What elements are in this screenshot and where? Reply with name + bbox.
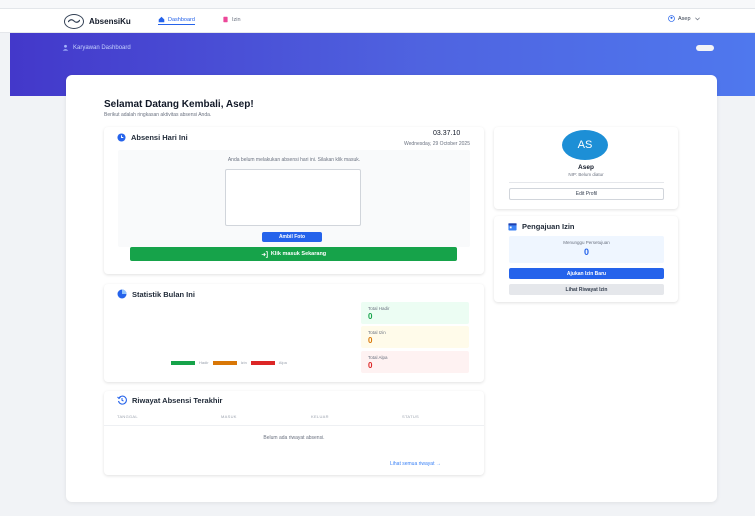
profile-name: Asep xyxy=(578,164,594,171)
current-time: 03.37.10 xyxy=(433,130,461,137)
hero-toggle[interactable] xyxy=(696,45,714,51)
table-header-tanggal[interactable]: TANGGAL xyxy=(117,414,138,419)
nav-link-izin[interactable]: Izin xyxy=(222,16,241,23)
edit-profile-button[interactable]: Edit Profil xyxy=(509,188,664,200)
user-icon xyxy=(62,44,69,51)
welcome-subtitle: Berikut adalah ringkasan aktivitas absen… xyxy=(104,112,212,118)
home-icon xyxy=(158,16,165,23)
see-all-history-link[interactable]: Lihat semua riwayat → xyxy=(390,461,441,467)
table-empty-text: Belum ada riwayat absensi. xyxy=(263,435,325,441)
stat-card-hadir: Total Hadir 0 xyxy=(361,302,469,324)
stat-value-alpa: 0 xyxy=(368,361,373,370)
profile-nip: NIP: Belum diatur xyxy=(568,172,604,177)
hero-title: Karyawan Dashboard xyxy=(62,44,131,51)
stat-label-izin: Total Izin xyxy=(368,330,386,335)
history-icon xyxy=(117,395,127,405)
legend-label-izin: Izin xyxy=(240,360,247,365)
absensi-message: Anda belum melakukan absensi hari ini. S… xyxy=(227,157,361,163)
stat-card-alpa: Total Alpa 0 xyxy=(361,351,469,373)
izin-pending-value: 0 xyxy=(583,247,589,257)
chevron-down-icon xyxy=(694,17,700,21)
izin-title: Pengajuan Izin xyxy=(508,222,575,231)
user-menu-name: Asep xyxy=(678,15,691,22)
legend-swatch-hadir xyxy=(171,360,195,365)
statistik-title: Statistik Bulan Ini xyxy=(117,289,195,299)
izin-pending-box: Menunggu Persetujuan 0 xyxy=(509,236,664,263)
welcome-title: Selamat Datang Kembali, Asep! xyxy=(104,99,254,110)
user-menu[interactable]: Asep xyxy=(668,15,701,22)
user-circle-icon xyxy=(668,15,675,22)
izin-pending-label: Menunggu Persetujuan xyxy=(563,240,610,245)
riwayat-title: Riwayat Absensi Terakhir xyxy=(117,395,222,405)
brand-name: AbsensiKu xyxy=(89,16,131,26)
avatar: AS xyxy=(562,130,608,160)
nav-link-izin-label: Izin xyxy=(232,16,241,23)
statistik-title-text: Statistik Bulan Ini xyxy=(132,289,195,299)
login-icon xyxy=(261,250,268,258)
clock-icon xyxy=(117,133,126,142)
nav-link-dashboard[interactable]: Dashboard xyxy=(158,16,195,25)
riwayat-title-text: Riwayat Absensi Terakhir xyxy=(132,395,223,405)
legend-label-hadir: Hadir xyxy=(199,360,209,365)
legend-swatch-izin xyxy=(212,360,237,365)
table-header-status[interactable]: STATUS xyxy=(402,414,419,419)
browser-top-strip xyxy=(0,0,755,9)
checkin-button[interactable]: Klik masuk Sekarang xyxy=(130,247,457,261)
legend-swatch-alpa xyxy=(250,360,275,365)
chart-legend: Hadir Izin Alpa xyxy=(171,360,287,365)
calendar-icon xyxy=(508,223,517,231)
navbar: AbsensiKu Dashboard Izin Asep xyxy=(0,9,755,33)
stat-card-izin: Total Izin 0 xyxy=(361,326,469,348)
profile-divider xyxy=(509,182,664,183)
izin-title-text: Pengajuan Izin xyxy=(522,222,575,231)
take-photo-button[interactable]: Ambil Foto xyxy=(262,232,322,242)
brand[interactable]: AbsensiKu xyxy=(64,13,131,29)
stat-value-izin: 0 xyxy=(368,336,373,345)
stat-label-hadir: Total Hadir xyxy=(368,306,390,311)
absensi-title: Absensi Hari Ini xyxy=(117,133,188,142)
chart-pie-icon xyxy=(117,289,127,299)
document-icon xyxy=(223,16,228,23)
nav-link-dashboard-label: Dashboard xyxy=(168,16,195,23)
current-date: Wednesday, 29 October 2025 xyxy=(404,141,470,147)
checkin-button-label: Klik masuk Sekarang xyxy=(270,251,327,257)
table-header-masuk[interactable]: MASUK xyxy=(221,414,237,419)
table-header-keluar[interactable]: KELUAR xyxy=(311,414,329,419)
absensi-title-text: Absensi Hari Ini xyxy=(131,133,188,142)
izin-history-button[interactable]: Lihat Riwayat Izin xyxy=(509,284,664,295)
stat-label-alpa: Total Alpa xyxy=(368,355,388,360)
stat-value-hadir: 0 xyxy=(368,312,373,321)
wave-logo-icon xyxy=(64,13,84,29)
submit-izin-button[interactable]: Ajukan Izin Baru xyxy=(509,268,664,279)
hero-title-text: Karyawan Dashboard xyxy=(73,44,131,51)
legend-label-alpa: Alpa xyxy=(278,360,287,365)
camera-preview xyxy=(225,169,361,226)
